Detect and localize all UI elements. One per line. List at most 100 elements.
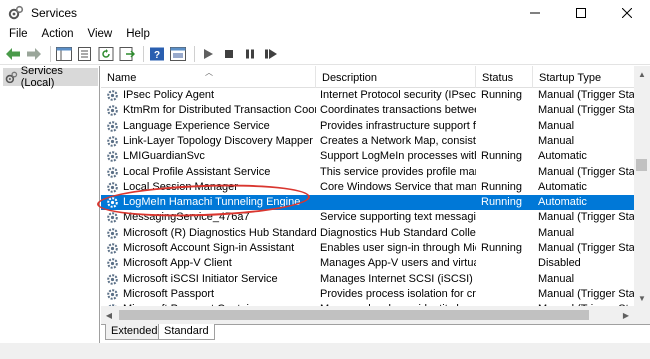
minimize-button[interactable] xyxy=(512,0,558,25)
forward-button[interactable] xyxy=(25,45,43,63)
toolbar-separator xyxy=(143,45,144,62)
service-startup-type: Manual (Trigger Start) xyxy=(538,104,634,117)
service-gear-icon xyxy=(107,105,118,117)
tab-extended[interactable]: Extended xyxy=(105,324,164,340)
tab-standard[interactable]: Standard xyxy=(158,324,215,340)
service-status xyxy=(481,103,535,118)
console-button[interactable] xyxy=(169,45,187,63)
service-description: Coordinates transactions betwee... xyxy=(320,104,476,117)
properties-icon xyxy=(78,46,91,61)
back-button[interactable] xyxy=(4,45,22,63)
tree-item-label: Services (Local) xyxy=(20,65,63,89)
service-gear-icon xyxy=(107,212,118,224)
service-status xyxy=(481,165,535,180)
start-button[interactable] xyxy=(199,45,217,63)
menu-bar: File Action View Help xyxy=(0,25,650,43)
refresh-icon xyxy=(98,46,114,61)
window-title: Services xyxy=(31,5,78,20)
service-name: MessagingService_476a7 xyxy=(123,211,250,224)
service-startup-type: Manual (Trigger Start) xyxy=(538,89,634,101)
services-list: IPsec Policy Agent Internet Protocol secu… xyxy=(101,88,634,324)
table-row[interactable]: Microsoft Passport Provides process isola… xyxy=(101,287,634,302)
column-description-label: Description xyxy=(322,72,378,84)
table-row-selected[interactable]: LogMeIn Hamachi Tunneling Engine Running A… xyxy=(101,195,634,211)
maximize-button[interactable] xyxy=(558,0,604,25)
vertical-scrollbar[interactable]: ▲ ▼ xyxy=(634,66,650,324)
service-description: Provides process isolation for cry... xyxy=(320,287,476,300)
service-description: Enables user sign-in through Micr... xyxy=(320,242,476,254)
service-gear-icon xyxy=(107,197,118,208)
scroll-up-icon[interactable]: ▲ xyxy=(634,66,650,82)
show-tree-button[interactable] xyxy=(55,45,73,63)
service-startup-type: Automatic xyxy=(538,180,587,193)
scroll-right-icon[interactable]: ▶ xyxy=(618,306,634,324)
menu-view[interactable]: View xyxy=(81,28,120,40)
service-name: Local Session Manager xyxy=(123,180,238,193)
table-row[interactable]: MessagingService_476a7 Service supporting… xyxy=(101,210,634,225)
minimize-icon xyxy=(530,12,540,13)
view-tabs: Extended Standard xyxy=(101,324,650,342)
service-gear-icon xyxy=(107,227,118,239)
service-gear-icon xyxy=(107,120,118,132)
service-startup-type: Manual xyxy=(538,134,575,147)
service-status xyxy=(481,272,535,287)
service-gear-icon xyxy=(107,243,118,254)
vertical-scroll-thumb[interactable] xyxy=(636,159,647,171)
back-icon xyxy=(6,47,20,60)
table-row[interactable]: LMIGuardianSvc Support LogMeIn processes … xyxy=(101,149,634,164)
refresh-button[interactable] xyxy=(97,45,115,63)
stop-button[interactable] xyxy=(220,45,238,63)
service-startup-type: Manual xyxy=(538,226,575,239)
column-startup-label: Startup Type xyxy=(539,72,602,84)
service-startup-type: Manual (Trigger Start) xyxy=(538,165,634,178)
tree-item-services-local[interactable]: Services (Local) xyxy=(3,65,98,89)
service-name: LMIGuardianSvc xyxy=(123,150,205,163)
horizontal-scrollbar[interactable]: ◀ ▶ xyxy=(101,306,634,324)
table-row[interactable]: Language Experience Service Provides infr… xyxy=(101,119,634,134)
pause-icon xyxy=(246,49,254,58)
help-button[interactable]: ? xyxy=(148,45,166,63)
pause-button[interactable] xyxy=(241,45,259,63)
service-description: Diagnostics Hub Standard Collect... xyxy=(320,226,476,239)
service-name: KtmRm for Distributed Transaction Coordi… xyxy=(123,104,316,117)
toolbar-separator xyxy=(50,45,51,62)
close-icon xyxy=(622,7,632,18)
restart-button[interactable] xyxy=(262,45,280,63)
toolbar: ? xyxy=(0,43,650,65)
gears-icon xyxy=(5,71,18,83)
table-row[interactable]: Local Session Manager Core Windows Servic… xyxy=(101,180,634,195)
table-row[interactable]: IPsec Policy Agent Internet Protocol secu… xyxy=(101,88,634,103)
column-status-label: Status xyxy=(482,72,514,84)
close-button[interactable] xyxy=(604,0,650,25)
table-row[interactable]: Microsoft Account Sign-in Assistant Enabl… xyxy=(101,241,634,256)
table-row[interactable]: Link-Layer Topology Discovery Mapper Crea… xyxy=(101,134,634,149)
service-status xyxy=(481,119,535,134)
service-startup-type: Automatic xyxy=(538,196,587,209)
table-row[interactable]: Local Profile Assistant Service This serv… xyxy=(101,165,634,180)
service-name: Link-Layer Topology Discovery Mapper xyxy=(123,134,313,147)
column-header-status[interactable]: Status xyxy=(476,66,533,88)
service-name: LogMeIn Hamachi Tunneling Engine xyxy=(123,196,301,209)
horizontal-scroll-thumb[interactable] xyxy=(119,310,589,320)
service-description: Service supporting text messagin... xyxy=(320,211,476,224)
table-row[interactable]: Microsoft iSCSI Initiator Service Manages… xyxy=(101,272,634,287)
column-header-description[interactable]: Description xyxy=(316,66,476,88)
table-row[interactable]: Microsoft App-V Client Manages App-V user… xyxy=(101,256,634,271)
menu-help[interactable]: Help xyxy=(119,28,157,40)
export-button[interactable] xyxy=(118,45,136,63)
scroll-left-icon[interactable]: ◀ xyxy=(101,306,117,324)
properties-button[interactable] xyxy=(76,45,94,63)
service-status: Running xyxy=(481,242,522,254)
table-row[interactable]: Microsoft (R) Diagnostics Hub Standard C… xyxy=(101,226,634,241)
service-description: Internet Protocol security (IPsec) ... xyxy=(320,89,476,101)
column-header-startup-type[interactable]: Startup Type xyxy=(533,66,634,88)
table-row[interactable]: KtmRm for Distributed Transaction Coordi… xyxy=(101,103,634,118)
gears-icon xyxy=(8,5,24,19)
forward-icon xyxy=(27,47,41,60)
service-description: Support LogMeIn processes with ... xyxy=(320,150,476,163)
service-startup-type: Manual (Trigger Start) xyxy=(538,211,634,224)
scroll-down-icon[interactable]: ▼ xyxy=(634,290,650,306)
title-bar: Services xyxy=(0,0,650,25)
menu-file[interactable]: File xyxy=(0,28,35,40)
menu-action[interactable]: Action xyxy=(35,28,81,40)
